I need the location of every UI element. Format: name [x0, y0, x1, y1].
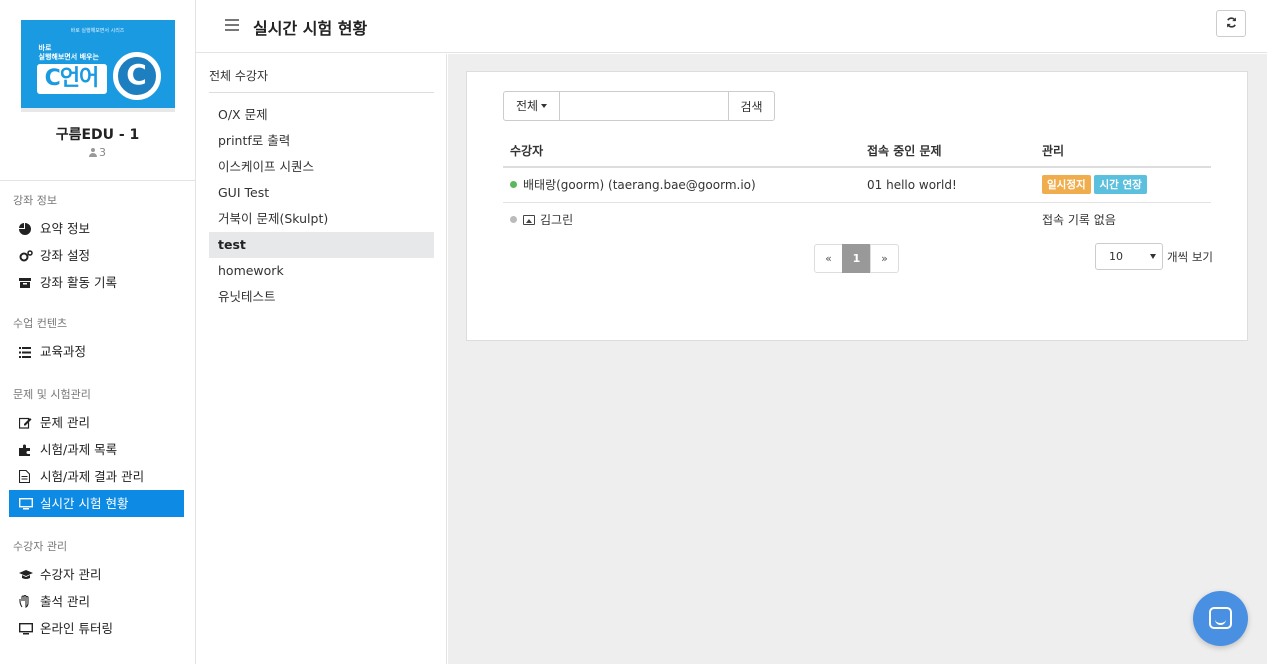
course-title: 구름EDU - 1	[55, 127, 140, 143]
sidebar-item-course-settings[interactable]: 강좌 설정	[9, 242, 184, 269]
problem-cell	[860, 202, 1035, 237]
exam-list-panel: 전체 수강자 O/X 문제 printf로 출력 이스케이프 시퀀스 GUI T…	[196, 54, 447, 664]
column-header-problem: 접속 중인 문제	[860, 134, 1035, 168]
menu-section-exams: 문제 및 시험관리 문제 관리 시험/과제 목록 시험/과제 결과 관리 실시간…	[0, 385, 195, 517]
exam-list: O/X 문제 printf로 출력 이스케이프 시퀀스 GUI Test 거북이…	[209, 102, 434, 310]
sidebar-item-attendance[interactable]: 출석 관리	[9, 588, 184, 615]
file-text-icon	[18, 465, 33, 484]
per-page-control: 10 개씩 보기	[1095, 243, 1213, 270]
table-row: 배태랑(goorm) (taerang.bae@goorm.io) 01 hel…	[503, 167, 1211, 203]
thumbnail-title: C언어	[36, 64, 107, 94]
gears-icon	[19, 244, 33, 262]
exam-list-item[interactable]: printf로 출력	[209, 128, 434, 154]
exam-list-item[interactable]: 유닛테스트	[209, 284, 434, 310]
sidebar: 바로 실행해보면서 시리즈 바로 실행해보면서 배우는 C언어 C 구름EDU -…	[0, 0, 196, 664]
exam-list-item[interactable]: 이스케이프 시퀀스	[209, 154, 434, 180]
user-icon	[89, 148, 97, 157]
exam-list-item[interactable]: O/X 문제	[209, 102, 434, 128]
monitor-icon	[18, 492, 34, 510]
pause-button[interactable]: 일시정지	[1042, 175, 1091, 195]
student-status-table: 수강자 접속 중인 문제 관리 배태랑(goorm) (taerang.bae@…	[503, 134, 1211, 237]
monitor-icon	[18, 617, 34, 635]
chat-icon	[1209, 607, 1232, 629]
search-button[interactable]: 검색	[728, 91, 775, 121]
per-page-label: 개씩 보기	[1167, 249, 1213, 264]
next-page-button[interactable]: »	[870, 244, 899, 273]
table-row: 김그린 접속 기록 없음	[503, 202, 1211, 237]
menu-heading: 문제 및 시험관리	[13, 388, 91, 401]
sidebar-item-exam-list[interactable]: 시험/과제 목록	[9, 436, 184, 463]
manage-cell: 접속 기록 없음	[1042, 213, 1116, 228]
top-header: 실시간 시험 현황	[196, 0, 1267, 53]
exam-list-heading[interactable]: 전체 수강자	[209, 67, 434, 93]
column-header-manage: 관리	[1035, 134, 1211, 168]
filter-dropdown[interactable]: 전체	[503, 91, 560, 121]
menu-heading: 강좌 정보	[13, 194, 57, 207]
exam-list-item[interactable]: GUI Test	[209, 180, 434, 206]
page-button-current[interactable]: 1	[842, 244, 871, 273]
sidebar-item-curriculum[interactable]: 교육과정	[9, 338, 184, 365]
graduation-cap-icon	[19, 563, 33, 579]
list-icon	[19, 340, 33, 358]
pagination: « 1 »	[814, 244, 899, 273]
sidebar-item-activity-log[interactable]: 강좌 활동 기록	[9, 269, 184, 296]
thumbnail-subtitle: 바로 실행해보면서 배우는	[38, 44, 99, 61]
edit-icon	[18, 411, 33, 429]
menu-section-students: 수강자 관리 수강자 관리 출석 관리 온라인 튜터링	[0, 537, 195, 642]
caret-down-icon	[1150, 254, 1156, 259]
search-input[interactable]	[560, 91, 728, 121]
member-count: 3	[0, 146, 195, 159]
sidebar-item-online-tutoring[interactable]: 온라인 튜터링	[9, 615, 184, 642]
search-bar: 전체 검색	[503, 91, 775, 121]
per-page-select[interactable]: 10	[1095, 243, 1163, 270]
exam-list-item[interactable]: 거북이 문제(Skulpt)	[209, 206, 434, 232]
chat-support-button[interactable]	[1193, 591, 1248, 646]
puzzle-icon	[19, 438, 33, 456]
prev-page-button[interactable]: «	[814, 244, 843, 273]
caret-down-icon	[541, 104, 548, 108]
sidebar-item-student-management[interactable]: 수강자 관리	[9, 561, 184, 588]
menu-section-course-info: 강좌 정보 요약 정보 강좌 설정 강좌 활동 기록	[0, 191, 195, 296]
thumbnail-series-text: 바로 실행해보면서 시리즈	[70, 28, 125, 34]
course-thumbnail[interactable]: 바로 실행해보면서 시리즈 바로 실행해보면서 배우는 C언어 C	[20, 20, 175, 112]
problem-cell: 01 hello world!	[860, 167, 1035, 203]
pie-chart-icon	[19, 217, 33, 235]
sidebar-item-exam-results[interactable]: 시험/과제 결과 관리	[9, 463, 184, 490]
online-status-icon	[510, 181, 517, 189]
course-card: 바로 실행해보면서 시리즈 바로 실행해보면서 배우는 C언어 C 구름EDU -…	[0, 0, 195, 181]
student-cell[interactable]: 배태랑(goorm) (taerang.bae@goorm.io)	[503, 167, 860, 203]
extend-time-button[interactable]: 시간 연장	[1094, 175, 1147, 195]
image-icon	[523, 215, 535, 226]
table-header-row: 수강자 접속 중인 문제 관리	[503, 134, 1211, 168]
hamburger-menu-icon[interactable]	[225, 19, 239, 31]
main-content: 전체 검색 수강자 접속 중인 문제 관리 배태랑(goorm) (taeran…	[448, 54, 1267, 664]
page-title: 실시간 시험 현황	[253, 19, 368, 38]
sidebar-item-summary[interactable]: 요약 정보	[9, 215, 184, 242]
hand-icon	[19, 590, 33, 608]
refresh-icon	[1226, 17, 1236, 28]
sidebar-item-problem-management[interactable]: 문제 관리	[9, 409, 184, 436]
exam-list-item[interactable]: homework	[209, 258, 434, 284]
menu-heading: 수업 컨텐츠	[13, 317, 68, 330]
manage-cell: 일시정지 시간 연장	[1035, 167, 1211, 203]
refresh-button[interactable]	[1216, 10, 1246, 37]
student-cell[interactable]: 김그린	[503, 202, 860, 237]
exam-list-item-active[interactable]: test	[209, 232, 434, 258]
sidebar-item-realtime-exam[interactable]: 실시간 시험 현황	[9, 490, 184, 517]
offline-status-icon	[510, 216, 517, 224]
menu-section-contents: 수업 컨텐츠 교육과정	[0, 314, 195, 365]
archive-icon	[19, 271, 33, 288]
menu-heading: 수강자 관리	[13, 540, 68, 553]
column-header-student: 수강자	[503, 134, 860, 168]
c-logo-icon: C	[112, 52, 161, 100]
realtime-status-panel: 전체 검색 수강자 접속 중인 문제 관리 배태랑(goorm) (taeran…	[466, 71, 1248, 341]
